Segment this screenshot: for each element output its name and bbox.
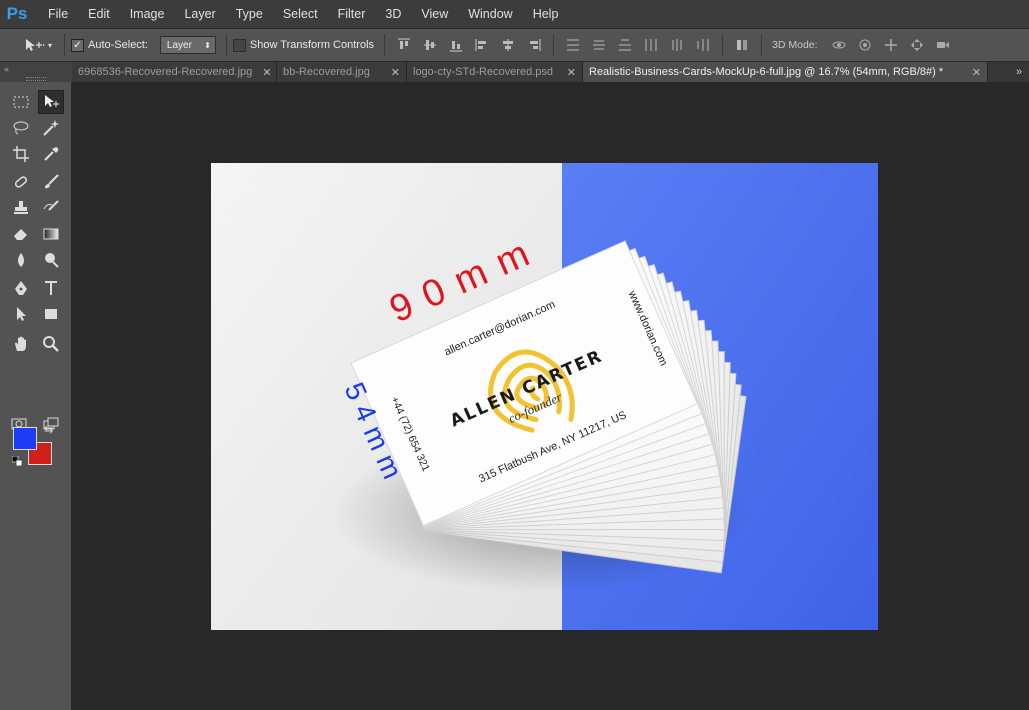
gradient-tool[interactable] <box>38 222 64 246</box>
menu-help[interactable]: Help <box>523 0 569 28</box>
distribute-right-icon[interactable] <box>692 34 714 56</box>
type-tool[interactable] <box>38 276 64 300</box>
auto-select-label: Auto-Select: <box>88 39 148 51</box>
auto-select-target-value: Layer <box>166 39 192 51</box>
hand-tool[interactable] <box>8 332 34 356</box>
menu-view[interactable]: View <box>411 0 458 28</box>
pen-tool[interactable] <box>8 276 34 300</box>
crop-tool[interactable] <box>8 142 34 166</box>
separator <box>225 34 227 56</box>
menu-edit[interactable]: Edit <box>78 0 120 28</box>
lasso-tool[interactable] <box>8 116 34 140</box>
screen-mode-icon[interactable] <box>38 412 64 436</box>
magic-wand-tool[interactable] <box>38 116 64 140</box>
move-tool-icon <box>25 39 45 51</box>
3d-roll-icon[interactable] <box>854 34 876 56</box>
document-tab-2[interactable]: bb-Recovered.jpg ✕ <box>277 62 407 82</box>
close-tab-icon[interactable]: ✕ <box>567 66 576 79</box>
document-tab-1[interactable]: 6968536-Recovered-Recovered.jpg ✕ <box>72 62 277 82</box>
document-tab-active[interactable]: Realistic-Business-Cards-MockUp-6-full.j… <box>583 62 988 82</box>
zoom-tool[interactable] <box>38 332 64 356</box>
separator <box>384 34 386 56</box>
document-workspace[interactable]: allen.carter@dorian.com ALLEN CARTER co-… <box>72 82 1029 710</box>
align-top-edges-icon[interactable] <box>393 34 415 56</box>
foreground-color-swatch[interactable] <box>13 427 37 450</box>
show-transform-controls-label: Show Transform Controls <box>249 39 375 51</box>
close-tab-icon[interactable]: ✕ <box>391 66 400 79</box>
separator <box>64 34 65 56</box>
photoshop-logo[interactable]: Ps <box>2 0 32 28</box>
separator <box>722 34 724 56</box>
tab-label: Realistic-Business-Cards-MockUp-6-full.j… <box>589 66 944 78</box>
tools-panel: « ⇆ <box>0 62 72 710</box>
more-tabs-icon[interactable]: » <box>1009 62 1029 82</box>
close-tab-icon[interactable]: ✕ <box>262 66 271 79</box>
clone-stamp-tool[interactable] <box>8 196 34 220</box>
tab-label: bb-Recovered.jpg <box>283 66 370 78</box>
3d-mode-label: 3D Mode: <box>772 39 818 51</box>
eraser-tool[interactable] <box>8 222 34 246</box>
menu-filter[interactable]: Filter <box>328 0 376 28</box>
collapse-double-arrow-icon[interactable]: « <box>4 64 9 74</box>
3d-drag-icon[interactable] <box>880 34 902 56</box>
distribute-bottom-icon[interactable] <box>614 34 636 56</box>
tools-panel-header[interactable]: « <box>0 62 72 82</box>
tool-preset-picker[interactable]: ▾ <box>18 32 58 58</box>
menu-bar: Ps File Edit Image Layer Type Select Fil… <box>0 0 1029 28</box>
menu-3d[interactable]: 3D <box>375 0 411 28</box>
separator <box>553 34 555 56</box>
main-menu: File Edit Image Layer Type Select Filter… <box>38 0 568 28</box>
distribute-horizontal-centers-icon[interactable] <box>666 34 688 56</box>
separator <box>761 34 763 56</box>
distribute-top-icon[interactable] <box>562 34 584 56</box>
menu-type[interactable]: Type <box>226 0 273 28</box>
tab-label: 6968536-Recovered-Recovered.jpg <box>78 66 253 78</box>
default-colors-icon[interactable] <box>12 456 22 466</box>
rectangular-marquee-tool[interactable] <box>8 90 34 114</box>
menu-select[interactable]: Select <box>273 0 328 28</box>
options-bar: ▾ ✓ Auto-Select: Layer ⬍ Show Transform … <box>0 28 1029 62</box>
eyedropper-tool[interactable] <box>38 142 64 166</box>
document-tab-3[interactable]: logo-cty-STd-Recovered.psd ✕ <box>407 62 583 82</box>
auto-align-layers-icon[interactable] <box>731 34 753 56</box>
history-brush-tool[interactable] <box>38 196 64 220</box>
menu-layer[interactable]: Layer <box>174 0 225 28</box>
align-bottom-edges-icon[interactable] <box>445 34 467 56</box>
align-buttons-group <box>391 34 755 56</box>
auto-select-checkbox[interactable]: ✓ <box>71 38 84 52</box>
blur-tool[interactable] <box>8 248 34 272</box>
path-selection-tool[interactable] <box>8 302 34 326</box>
align-right-edges-icon[interactable] <box>523 34 545 56</box>
brush-tool[interactable] <box>38 170 64 194</box>
align-vertical-centers-icon[interactable] <box>419 34 441 56</box>
move-tool[interactable] <box>38 90 64 114</box>
align-horizontal-centers-icon[interactable] <box>497 34 519 56</box>
menu-image[interactable]: Image <box>120 0 175 28</box>
menu-file[interactable]: File <box>38 0 78 28</box>
dodge-tool[interactable] <box>38 248 64 272</box>
show-transform-controls-checkbox[interactable] <box>232 38 246 52</box>
chevron-down-icon: ▾ <box>47 40 52 50</box>
rectangle-tool[interactable] <box>38 302 64 326</box>
tab-label: logo-cty-STd-Recovered.psd <box>413 66 554 78</box>
distribute-left-icon[interactable] <box>640 34 662 56</box>
menu-window[interactable]: Window <box>458 0 522 28</box>
auto-select-target-dropdown[interactable]: Layer ⬍ <box>159 36 216 54</box>
mockup-image: allen.carter@dorian.com ALLEN CARTER co-… <box>211 163 878 630</box>
spot-healing-brush-tool[interactable] <box>8 170 34 194</box>
3d-scale-icon[interactable] <box>932 34 954 56</box>
panel-grip[interactable] <box>26 77 46 81</box>
close-tab-icon[interactable]: ✕ <box>972 66 981 79</box>
updown-arrow-icon: ⬍ <box>204 40 211 50</box>
distribute-vertical-centers-icon[interactable] <box>588 34 610 56</box>
document-tabs: 6968536-Recovered-Recovered.jpg ✕ bb-Rec… <box>72 62 1029 82</box>
align-left-edges-icon[interactable] <box>471 34 493 56</box>
document-canvas[interactable]: allen.carter@dorian.com ALLEN CARTER co-… <box>211 163 878 630</box>
3d-rotate-icon[interactable] <box>828 34 850 56</box>
3d-slide-icon[interactable] <box>906 34 928 56</box>
